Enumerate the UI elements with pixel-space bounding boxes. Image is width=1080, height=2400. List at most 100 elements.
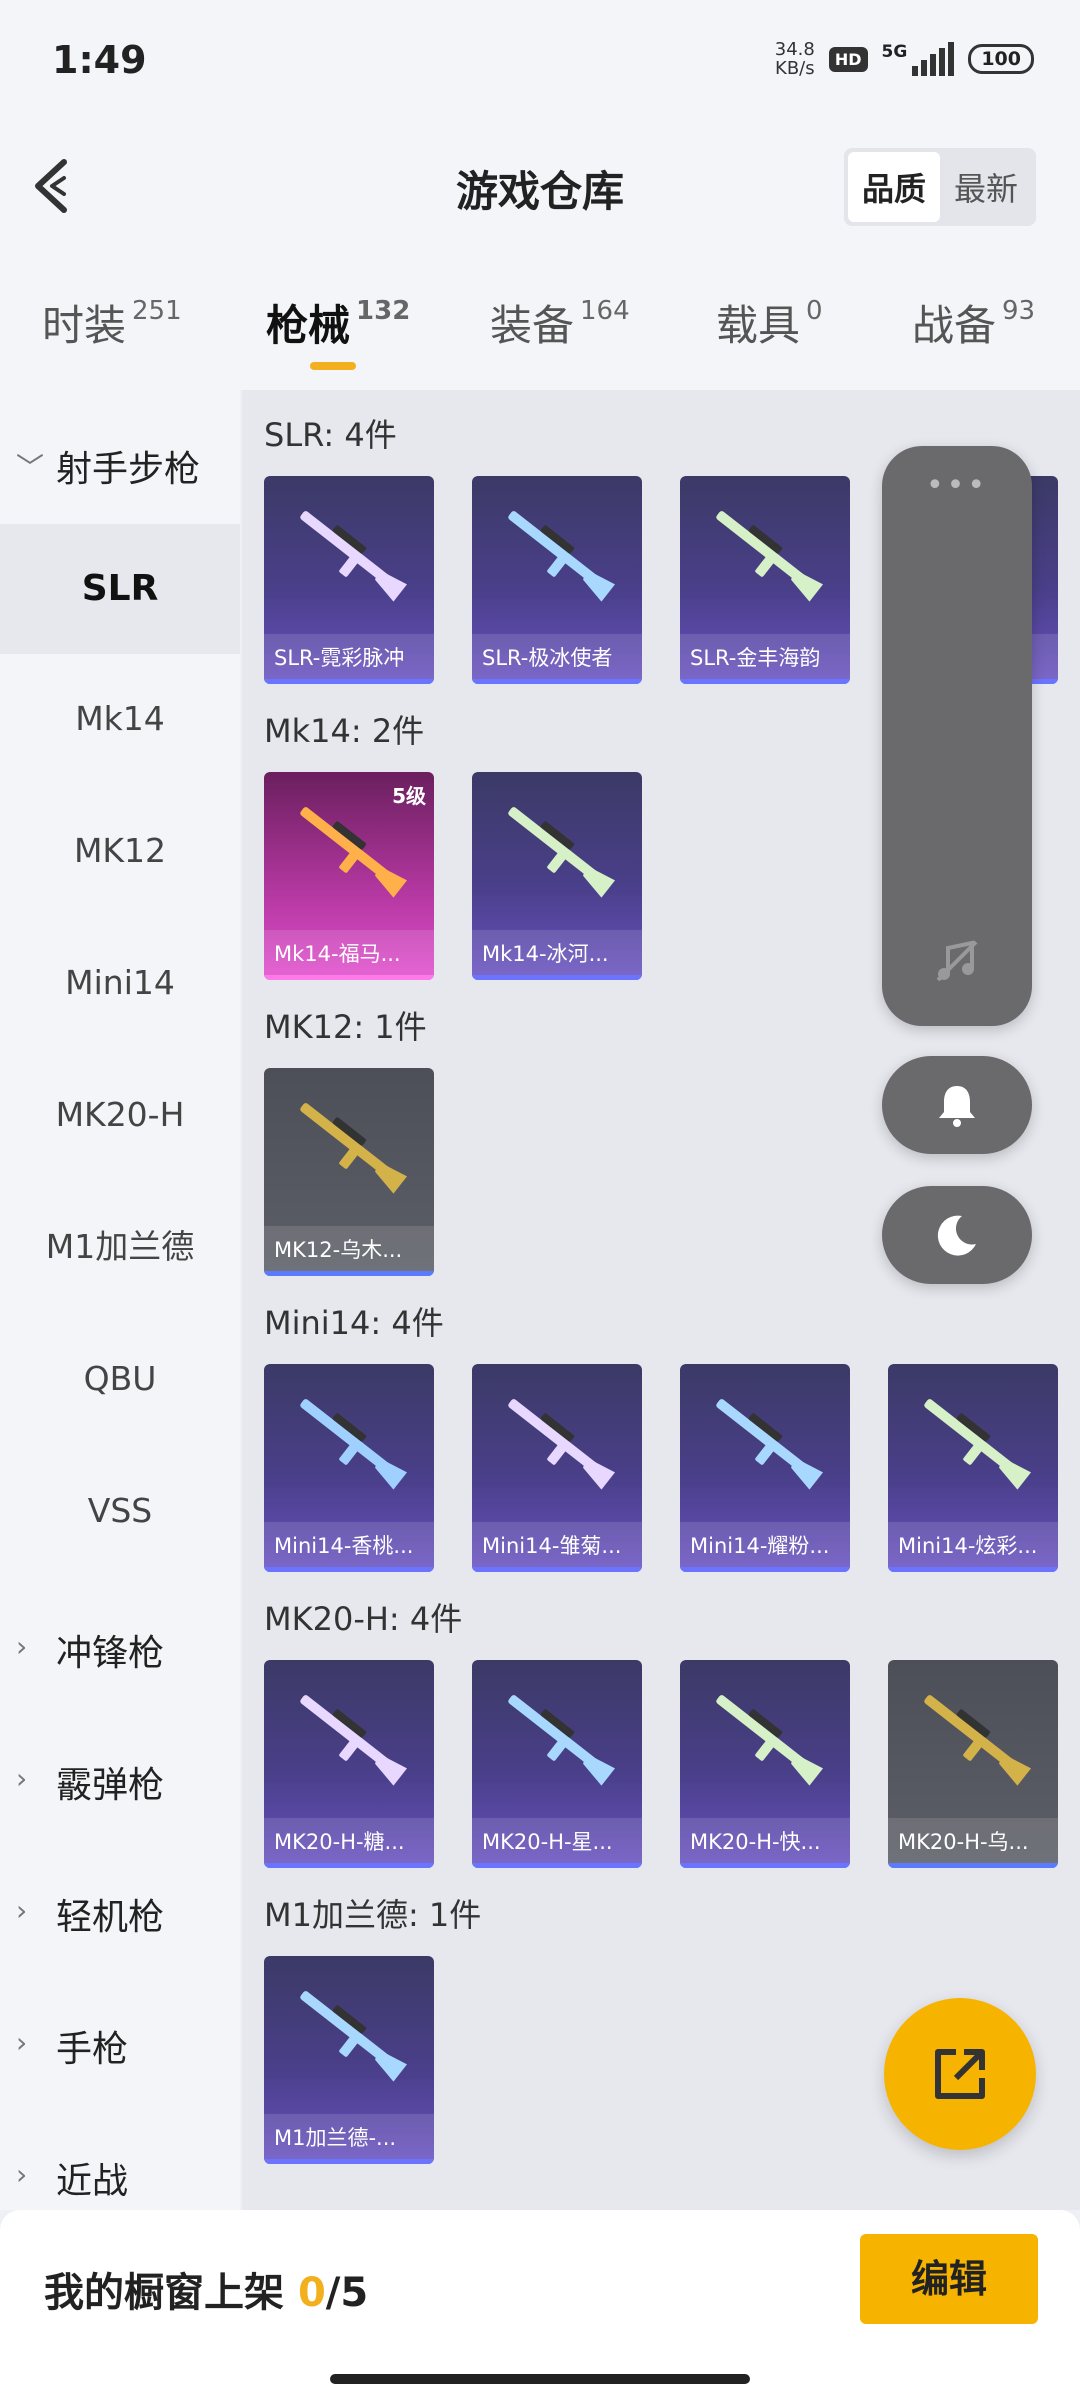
weapon-name: Mini14-香桃... — [264, 1522, 434, 1572]
floating-control-panel[interactable]: ••• — [882, 446, 1032, 1026]
weapon-name: MK20-H-星... — [472, 1818, 642, 1868]
showcase-current-count: 0 — [297, 2270, 326, 2316]
weapon-card[interactable]: MK20-H-乌... — [888, 1660, 1058, 1868]
net-speed-unit: KB/s — [775, 58, 815, 79]
weapon-name: M1加兰德-... — [264, 2114, 434, 2164]
weapon-card[interactable]: MK20-H-星... — [472, 1660, 642, 1868]
weapon-card[interactable]: SLR-霓彩脉冲 — [264, 476, 434, 684]
tab-count: 132 — [356, 296, 411, 326]
tab-supplies[interactable]: 战备 93 — [912, 292, 1035, 353]
section-title: M1加兰德: 1件 — [264, 1896, 482, 1934]
dark-mode-button[interactable] — [882, 1186, 1032, 1284]
rifle-icon — [508, 511, 615, 602]
showcase-max-count: 5 — [340, 2270, 369, 2316]
sidebar-item-mk14[interactable]: Mk14 — [0, 654, 240, 784]
tab-outfits[interactable]: 时装 251 — [42, 292, 182, 353]
sidebar-category-lmg[interactable]: › 轻机枪 — [0, 1888, 240, 1948]
tab-equipment[interactable]: 装备 164 — [490, 292, 630, 353]
sidebar-category-marksman-rifles[interactable]: ﹀ 射手步枪 — [0, 440, 240, 500]
sidebar-category-smg[interactable]: › 冲锋枪 — [0, 1624, 240, 1684]
rifle-icon — [508, 1399, 615, 1490]
section-title: Mk14: 2件 — [264, 712, 425, 750]
weapon-card[interactable]: SLR-金丰海韵 — [680, 476, 850, 684]
sort-quality-button[interactable]: 品质 — [847, 152, 940, 222]
weapon-name: MK20-H-糖... — [264, 1818, 434, 1868]
weapon-name: SLR-霓彩脉冲 — [264, 634, 434, 684]
rifle-icon — [300, 1103, 407, 1194]
weapon-card[interactable]: Mk14-冰河... — [472, 772, 642, 980]
sidebar-item-mini14[interactable]: Mini14 — [0, 918, 240, 1048]
tab-count: 93 — [1002, 296, 1036, 326]
tab-label: 装备 — [490, 301, 575, 350]
rifle-icon — [924, 1695, 1031, 1786]
rifle-icon — [300, 807, 407, 898]
home-indicator[interactable] — [330, 2374, 750, 2384]
net-speed-value: 34.8 — [774, 39, 815, 60]
music-off-icon[interactable] — [932, 936, 982, 986]
weapon-card[interactable]: MK20-H-快... — [680, 1660, 850, 1868]
chevron-down-icon: ﹀ — [16, 451, 45, 484]
rifle-icon — [924, 1399, 1031, 1490]
level-badge: 5级 — [392, 784, 426, 808]
weapon-card[interactable]: SLR-极冰使者 — [472, 476, 642, 684]
weapon-name: SLR-极冰使者 — [472, 634, 642, 684]
rifle-icon — [716, 1399, 823, 1490]
weapon-card[interactable]: Mini14-炫彩... — [888, 1364, 1058, 1572]
moon-icon — [937, 1215, 976, 1256]
rifle-icon — [300, 1991, 407, 2082]
category-label: 近战 — [56, 2161, 129, 2202]
sidebar-item-qbu[interactable]: QBU — [0, 1314, 240, 1444]
tab-count: 164 — [580, 296, 630, 326]
tab-guns[interactable]: 枪械 132 — [266, 292, 411, 370]
sidebar-item-m1-garand[interactable]: M1加兰德 — [0, 1182, 240, 1312]
weapon-card[interactable]: 5级 Mk14-福马... — [264, 772, 434, 980]
tab-vehicles[interactable]: 载具 0 — [716, 292, 823, 353]
rifle-icon — [716, 1695, 823, 1786]
tab-label: 时装 — [42, 301, 127, 350]
rifle-icon — [716, 511, 823, 602]
sidebar-item-slr[interactable]: SLR — [0, 524, 240, 654]
category-label: 霰弹枪 — [56, 1765, 165, 1806]
rifle-icon — [300, 1399, 407, 1490]
bell-icon — [939, 1086, 975, 1127]
weapon-card[interactable]: MK20-H-糖... — [264, 1660, 434, 1868]
weapon-name: Mk14-冰河... — [472, 930, 642, 980]
more-dots-icon[interactable]: ••• — [882, 468, 1032, 503]
bell-button[interactable] — [882, 1056, 1032, 1154]
category-label: 轻机枪 — [56, 1897, 165, 1938]
weapon-name: MK12-乌木... — [264, 1226, 434, 1276]
weapon-card[interactable]: Mini14-雏菊... — [472, 1364, 642, 1572]
weapon-card[interactable]: M1加兰德-... — [264, 1956, 434, 2164]
sidebar-item-mk20h[interactable]: MK20-H — [0, 1050, 240, 1180]
sidebar-item-mk12[interactable]: MK12 — [0, 786, 240, 916]
net-speed: 34.8 KB/s — [775, 40, 815, 78]
weapon-card[interactable]: Mini14-香桃... — [264, 1364, 434, 1572]
tab-count: 0 — [806, 296, 823, 326]
share-button[interactable] — [884, 1998, 1036, 2150]
weapon-name: Mk14-福马... — [264, 930, 434, 980]
chevron-right-icon: › — [16, 2026, 28, 2059]
sidebar-category-shotgun[interactable]: › 霰弹枪 — [0, 1756, 240, 1816]
rifle-icon — [508, 1695, 615, 1786]
weapon-card[interactable]: Mini14-耀粉... — [680, 1364, 850, 1572]
status-bar: 1:49 34.8 KB/s HD 5G 100 — [0, 0, 1080, 120]
active-tab-indicator — [310, 362, 356, 370]
weapon-name: Mini14-耀粉... — [680, 1522, 850, 1572]
sidebar-category-melee[interactable]: › 近战 — [0, 2152, 240, 2212]
share-icon — [935, 2049, 985, 2099]
edit-button[interactable]: 编辑 — [860, 2234, 1038, 2324]
sidebar-category-pistol[interactable]: › 手枪 — [0, 2020, 240, 2080]
section-title: Mini14: 4件 — [264, 1304, 444, 1342]
sort-latest-button[interactable]: 最新 — [940, 152, 1032, 222]
sort-toggle: 品质 最新 — [843, 148, 1036, 226]
showcase-label: 我的橱窗上架 — [44, 2270, 284, 2316]
weapon-card[interactable]: MK12-乌木... — [264, 1068, 434, 1276]
rifle-icon — [300, 511, 407, 602]
category-label: 射手步枪 — [56, 449, 201, 490]
sidebar-item-vss[interactable]: VSS — [0, 1446, 240, 1576]
showcase-separator: / — [325, 2270, 341, 2316]
rifle-icon — [508, 807, 615, 898]
tab-label: 载具 — [716, 301, 801, 350]
tab-count: 251 — [132, 296, 182, 326]
section-title: MK20-H: 4件 — [264, 1600, 463, 1638]
